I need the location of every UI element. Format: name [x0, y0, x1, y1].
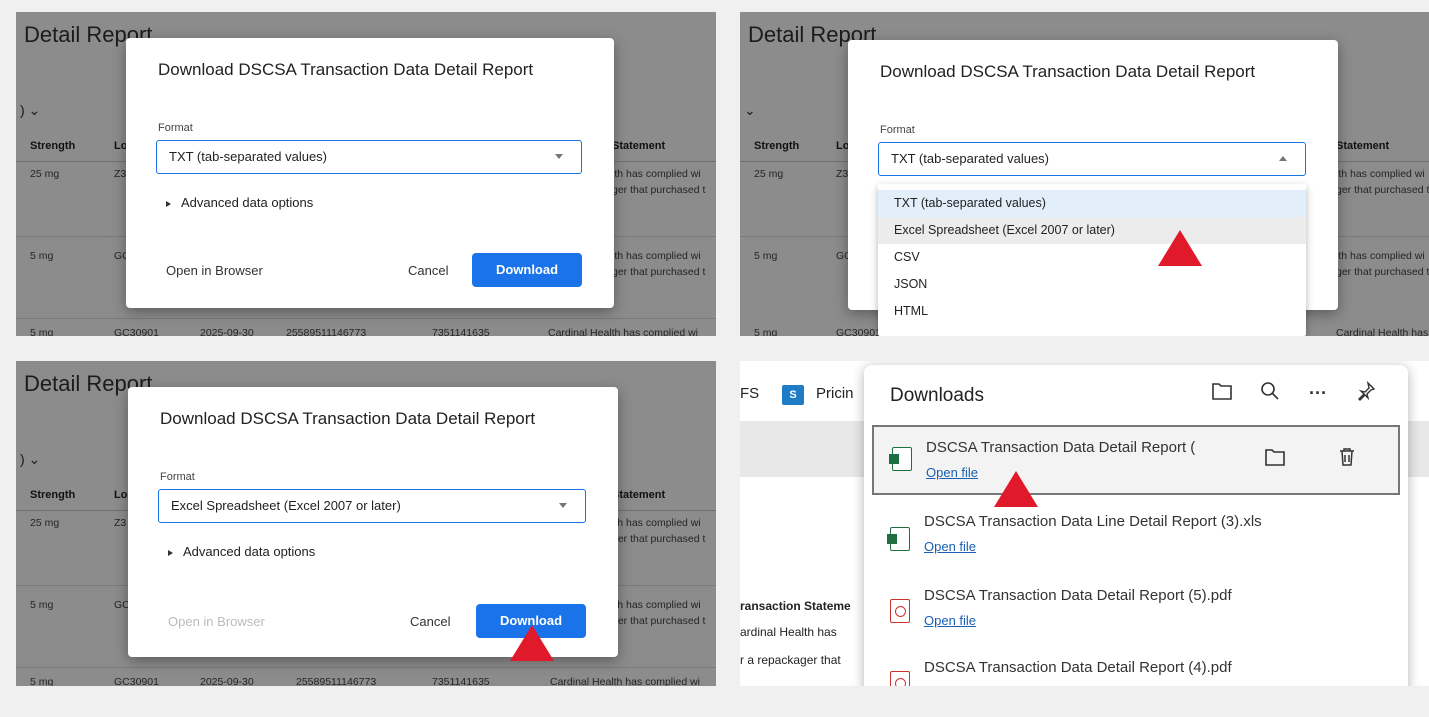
open-file-link[interactable]: Open file [924, 613, 976, 628]
download-dialog: Download DSCSA Transaction Data Detail R… [128, 387, 618, 657]
download-filename: DSCSA Transaction Data Detail Report ( [926, 439, 1196, 456]
excel-file-icon [889, 447, 912, 471]
pointer-arrow-icon [994, 471, 1038, 507]
panel-step-3: Detail Report ) ⌄ Strength Lo Statement … [16, 361, 716, 686]
background-text: ardinal Health has [740, 625, 837, 639]
format-label: Format [158, 122, 193, 134]
more-icon[interactable]: ··· [1306, 381, 1330, 405]
show-in-folder-icon[interactable] [1262, 447, 1288, 473]
bookmark-fs[interactable]: FS [740, 385, 759, 402]
download-filename: DSCSA Transaction Data Detail Report (4)… [924, 659, 1232, 676]
download-item[interactable]: DSCSA Transaction Data Line Detail Repor… [872, 507, 1400, 577]
format-option[interactable]: CSV [878, 244, 1306, 271]
folder-icon[interactable] [1210, 381, 1234, 405]
format-dropdown: TXT (tab-separated values) Excel Spreads… [878, 184, 1306, 336]
download-item[interactable]: DSCSA Transaction Data Detail Report (5)… [872, 579, 1400, 649]
format-select[interactable]: TXT (tab-separated values) [156, 140, 582, 174]
panel-step-2: Detail Report ⌄ Strength Lo Statement 25… [740, 12, 1429, 336]
download-dialog: Download DSCSA Transaction Data Detail R… [126, 38, 614, 308]
caret-right-icon [166, 200, 171, 207]
download-button[interactable]: Download [472, 253, 582, 287]
background-text: r a repackager that [740, 653, 841, 667]
sharepoint-icon: S [782, 385, 804, 405]
chevron-down-icon [555, 154, 563, 159]
pin-icon[interactable] [1354, 380, 1378, 405]
dialog-title: Download DSCSA Transaction Data Detail R… [158, 60, 534, 79]
format-select-value: Excel Spreadsheet (Excel 2007 or later) [171, 498, 401, 513]
downloads-flyout: Downloads ··· DSCSA Transaction Data Det… [864, 365, 1408, 686]
cancel-button[interactable]: Cancel [410, 614, 450, 629]
dialog-title: Download DSCSA Transaction Data Detail R… [160, 409, 536, 428]
download-item[interactable]: DSCSA Transaction Data Detail Report (4)… [872, 653, 1400, 686]
dialog-title: Download DSCSA Transaction Data Detail R… [880, 62, 1256, 81]
panel-step-4: FS S Pricin ransaction Stateme ardinal H… [740, 361, 1429, 686]
format-option[interactable]: JSON [878, 271, 1306, 298]
format-option[interactable]: TXT (tab-separated values) [878, 190, 1306, 217]
caret-right-icon [168, 549, 173, 556]
advanced-options-toggle[interactable]: Advanced data options [166, 195, 313, 210]
advanced-options-label: Advanced data options [183, 544, 316, 559]
pointer-arrow-icon [510, 625, 554, 661]
download-item[interactable]: DSCSA Transaction Data Detail Report ( O… [872, 425, 1400, 495]
panel-step-1: Detail Report ) ⌄ Strength Lo Statement … [16, 12, 716, 336]
download-filename: DSCSA Transaction Data Line Detail Repor… [924, 513, 1262, 530]
format-option[interactable]: HTML [878, 298, 1306, 325]
downloads-title: Downloads [890, 385, 984, 406]
format-label: Format [160, 471, 195, 483]
delete-icon[interactable] [1334, 447, 1360, 473]
chevron-down-icon [559, 503, 567, 508]
cancel-button[interactable]: Cancel [408, 263, 448, 278]
format-select-value: TXT (tab-separated values) [169, 149, 327, 164]
format-select[interactable]: Excel Spreadsheet (Excel 2007 or later) [158, 489, 586, 523]
open-in-browser-button[interactable]: Open in Browser [168, 614, 265, 629]
bookmark-pricing[interactable]: Pricin [816, 385, 854, 402]
download-filename: DSCSA Transaction Data Detail Report (5)… [924, 587, 1232, 604]
advanced-options-label: Advanced data options [181, 195, 314, 210]
pdf-file-icon [890, 671, 910, 686]
chevron-up-icon [1279, 156, 1287, 161]
search-icon[interactable] [1258, 381, 1282, 405]
pointer-arrow-icon [1158, 230, 1202, 266]
format-select-value: TXT (tab-separated values) [891, 151, 1049, 166]
format-select[interactable]: TXT (tab-separated values) [878, 142, 1306, 176]
background-text: ransaction Stateme [740, 599, 851, 613]
pdf-file-icon [890, 599, 910, 623]
open-in-browser-button[interactable]: Open in Browser [166, 263, 263, 278]
open-file-link[interactable]: Open file [926, 465, 978, 480]
excel-file-icon [887, 527, 910, 551]
format-option[interactable]: Excel Spreadsheet (Excel 2007 or later) [878, 217, 1306, 244]
format-label: Format [880, 124, 915, 136]
open-file-link[interactable]: Open file [924, 539, 976, 554]
advanced-options-toggle[interactable]: Advanced data options [168, 544, 315, 559]
